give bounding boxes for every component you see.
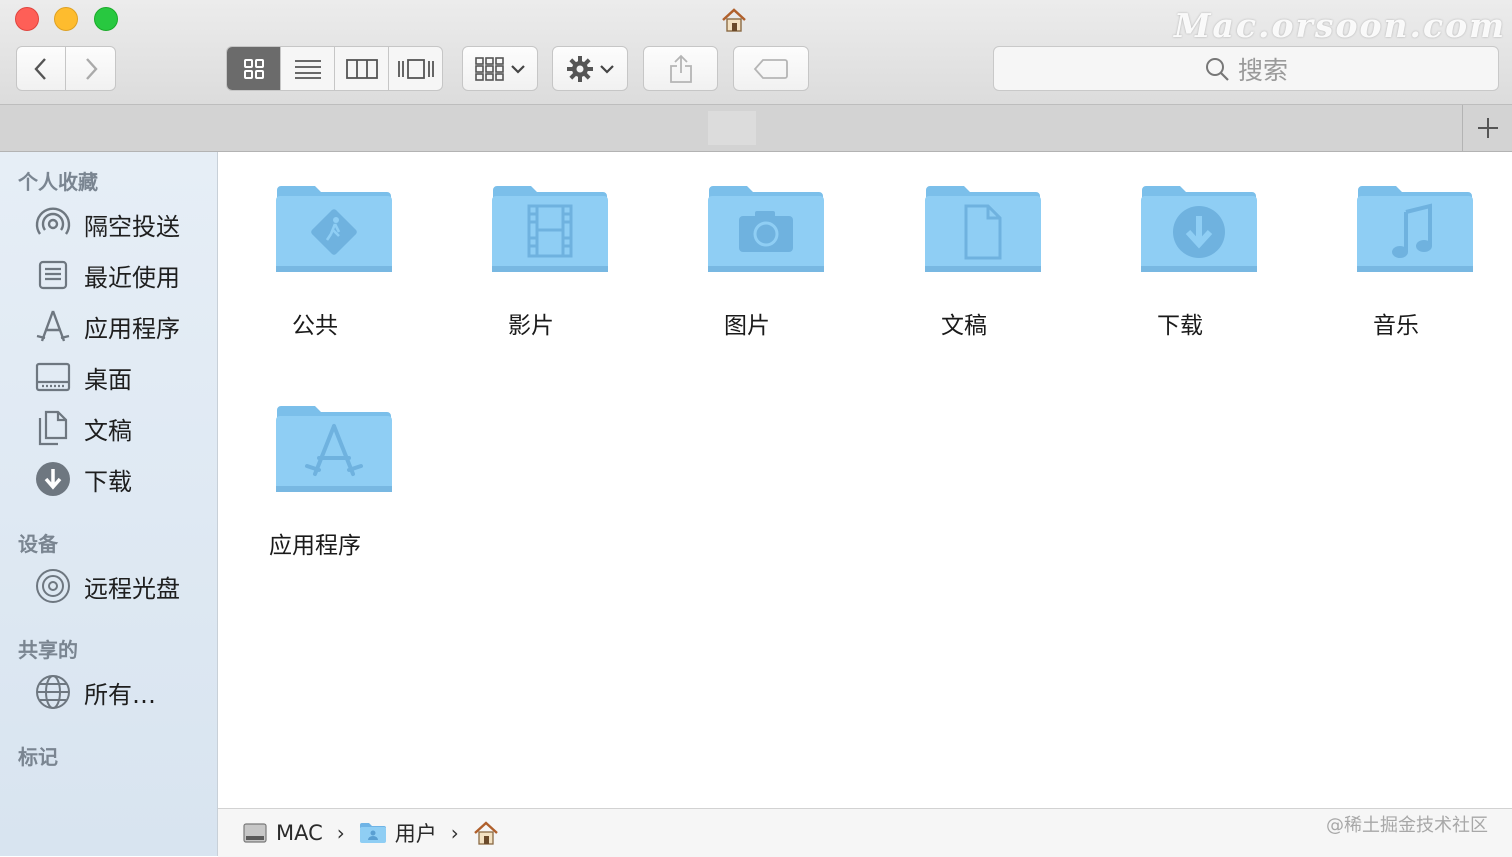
sidebar-header-devices: 设备 — [18, 532, 58, 556]
path-crumb-mac[interactable]: MAC — [242, 820, 323, 846]
sidebar-header-favorites: 个人收藏 — [18, 170, 98, 194]
search-icon — [1205, 57, 1229, 81]
chevron-down-icon — [511, 64, 525, 74]
folder-label: 音乐 — [1373, 313, 1419, 339]
documents-icon — [34, 409, 72, 447]
file-browser-content: 公共 影片 图片 文稿 下载 音乐 应用程序 — [218, 152, 1512, 808]
share-button[interactable] — [643, 46, 718, 91]
tags-button[interactable] — [733, 46, 809, 91]
desktop-icon — [34, 358, 72, 396]
icon-view-button[interactable] — [227, 47, 281, 90]
sidebar-item-recents[interactable]: 最近使用 — [34, 255, 180, 295]
folder-label: 应用程序 — [269, 533, 361, 559]
plus-icon — [1477, 118, 1498, 138]
folder-label: 影片 — [508, 313, 554, 339]
folder-applications[interactable]: 应用程序 — [220, 372, 410, 572]
sidebar-header-shared: 共享的 — [18, 638, 78, 662]
cover-flow-icon — [397, 58, 434, 79]
gear-icon — [567, 55, 593, 82]
folder-label: 图片 — [724, 313, 770, 339]
path-separator: › — [336, 821, 345, 845]
sidebar: 个人收藏 隔空投送 最近使用 应用程序 桌面 文稿 下载 设备 远程光盘 共享的… — [0, 152, 218, 856]
sidebar-item-all-shared[interactable]: 所有… — [34, 672, 156, 712]
cover-flow-view-button[interactable] — [389, 47, 442, 90]
folder-label: 公共 — [292, 313, 338, 339]
path-bar: MAC › 用户 › @稀土掘金技术社区 — [218, 808, 1512, 857]
pictures-folder-icon — [708, 186, 824, 272]
tag-icon — [753, 58, 788, 79]
folder-label: 文稿 — [941, 313, 987, 339]
site-watermark: Mac.orsoon.com — [1174, 6, 1506, 45]
juejin-watermark: @稀土掘金技术社区 — [1326, 815, 1488, 836]
sidebar-item-documents[interactable]: 文稿 — [34, 408, 132, 448]
users-folder-icon — [359, 823, 386, 843]
sidebar-item-applications[interactable]: 应用程序 — [34, 306, 180, 346]
folder-music[interactable]: 音乐 — [1301, 152, 1491, 352]
window-toolbar: Mac.orsoon.com 搜索 — [0, 0, 1512, 105]
search-input[interactable]: 搜索 — [993, 46, 1499, 91]
minimize-window-button[interactable] — [54, 7, 78, 31]
share-icon — [669, 54, 692, 83]
path-crumb-users[interactable]: 用户 — [359, 818, 437, 848]
list-view-button[interactable] — [281, 47, 335, 90]
action-menu-button[interactable] — [552, 46, 628, 91]
tab-title[interactable] — [708, 111, 756, 145]
download-icon — [34, 460, 72, 498]
applications-folder-icon — [276, 406, 392, 492]
sidebar-header-tags: 标记 — [18, 745, 58, 769]
sidebar-item-airdrop[interactable]: 隔空投送 — [34, 204, 180, 244]
airdrop-icon — [34, 205, 72, 243]
close-window-button[interactable] — [15, 7, 39, 31]
icon-grid-icon — [243, 58, 264, 79]
tab-bar — [0, 105, 1512, 152]
chevron-left-icon — [34, 57, 46, 80]
folder-movies[interactable]: 影片 — [436, 152, 626, 352]
columns-icon — [345, 58, 378, 79]
public-folder-icon — [276, 186, 392, 272]
forward-button[interactable] — [65, 46, 116, 91]
column-view-button[interactable] — [335, 47, 389, 90]
recents-icon — [34, 256, 72, 294]
path-separator: › — [450, 821, 459, 845]
applications-icon — [34, 307, 72, 345]
hard-drive-icon — [243, 823, 267, 843]
network-globe-icon — [34, 673, 72, 711]
view-mode-selector[interactable] — [226, 46, 443, 91]
chevron-down-icon — [600, 64, 614, 74]
folder-documents[interactable]: 文稿 — [869, 152, 1059, 352]
downloads-folder-icon — [1141, 186, 1257, 272]
folder-pictures[interactable]: 图片 — [652, 152, 842, 352]
group-grid-icon — [475, 56, 504, 81]
documents-folder-icon — [925, 186, 1041, 272]
chevron-right-icon — [85, 57, 98, 80]
folder-downloads[interactable]: 下载 — [1085, 152, 1275, 352]
search-placeholder: 搜索 — [1237, 55, 1288, 85]
music-folder-icon — [1357, 186, 1473, 272]
disc-icon — [34, 567, 72, 605]
list-lines-icon — [294, 59, 321, 79]
movies-folder-icon — [492, 186, 608, 272]
back-button[interactable] — [16, 46, 66, 91]
home-icon — [473, 821, 498, 845]
sidebar-item-desktop[interactable]: 桌面 — [34, 357, 132, 397]
sidebar-item-remote-disc[interactable]: 远程光盘 — [34, 566, 180, 606]
home-icon — [720, 7, 748, 33]
new-tab-button[interactable] — [1462, 105, 1512, 151]
folder-label: 下载 — [1157, 313, 1203, 339]
group-by-button[interactable] — [462, 46, 538, 91]
sidebar-item-downloads[interactable]: 下载 — [34, 459, 132, 499]
folder-public[interactable]: 公共 — [220, 152, 410, 352]
path-crumb-home[interactable] — [473, 821, 507, 845]
zoom-window-button[interactable] — [94, 7, 118, 31]
